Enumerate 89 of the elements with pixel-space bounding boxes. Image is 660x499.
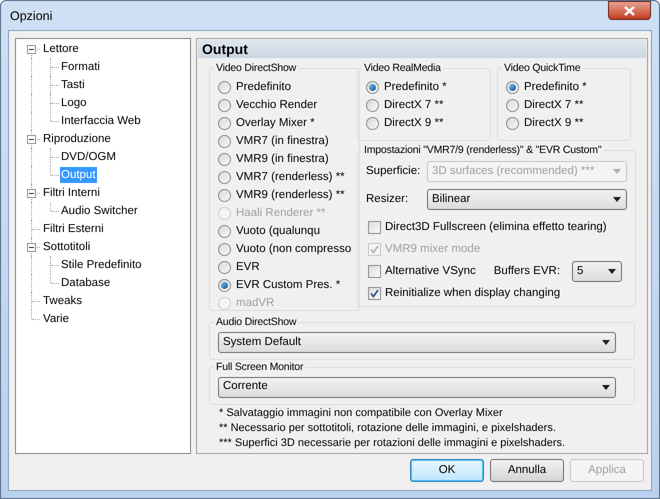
radio-label: DirectX 7 ** — [384, 98, 444, 114]
collapse-icon[interactable] — [27, 45, 36, 54]
radio-button[interactable] — [218, 99, 231, 112]
tree-item[interactable]: Riproduzione — [42, 131, 112, 147]
panel-title: Output — [198, 40, 646, 58]
tree-item[interactable]: Interfaccia Web — [60, 113, 142, 129]
close-icon — [624, 6, 635, 16]
radio-button[interactable] — [218, 153, 231, 166]
radio-button[interactable] — [366, 81, 379, 94]
dropdown[interactable]: Bilinear — [427, 189, 627, 210]
dialog-button[interactable]: OK — [410, 459, 484, 482]
radio-label: EVR — [236, 260, 260, 276]
group-title: Audio DirectShow — [215, 315, 298, 330]
radio-label: Haali Renderer ** — [236, 206, 326, 222]
window-title: Opzioni — [10, 8, 52, 25]
radio-button[interactable] — [218, 81, 231, 94]
footnote: * Salvataggio immagini non compatibile con Overlay Mixer — [219, 406, 504, 420]
dropdown[interactable]: System Default — [218, 332, 616, 353]
radio-button[interactable] — [218, 135, 231, 148]
radio-label: Vuoto (qualunqu — [236, 224, 320, 240]
checkbox-label: Reinitialize when display changing — [385, 286, 560, 302]
caret-icon — [608, 269, 616, 274]
radio-button[interactable] — [366, 117, 379, 130]
tree-item[interactable]: Database — [60, 275, 112, 291]
radio-label: VMR7 (in finestra) — [236, 134, 329, 150]
checkbox[interactable] — [368, 287, 381, 300]
group-title: Video DirectShow — [215, 62, 298, 76]
radio-label: VMR9 (in finestra) — [236, 152, 329, 168]
dropdown[interactable]: Corrente — [218, 376, 616, 398]
radio-label: Vecchio Render — [236, 98, 318, 114]
radio-button[interactable] — [506, 117, 519, 130]
tree-item[interactable]: Formati — [60, 59, 101, 75]
caret-icon — [602, 340, 610, 345]
checkbox-label: Alternative VSync — [385, 264, 476, 280]
radio-label: VMR9 (renderless) ** — [236, 188, 345, 204]
footnote: *** Superfici 3D necessarie per rotazioni delle immagini e pixelshaders. — [219, 436, 566, 450]
radio-label: EVR Custom Pres. * — [236, 278, 340, 294]
radio-button[interactable] — [218, 261, 231, 274]
field-label: Resizer: — [366, 192, 410, 208]
footnote: ** Necessario per sottotitoli, rotazione delle immagini, e pixelshaders. — [219, 420, 557, 436]
group-title: Video QuickTime — [503, 61, 582, 76]
radio-button[interactable] — [218, 243, 231, 256]
tree-item[interactable]: Lettore — [42, 41, 80, 57]
radio-label: VMR7 (renderless) ** — [236, 170, 345, 186]
radio-label: Overlay Mixer * — [236, 116, 315, 132]
tree-item[interactable]: Logo — [60, 95, 88, 111]
tree-item[interactable]: Tasti — [60, 77, 86, 93]
close-button[interactable] — [608, 1, 651, 20]
radio-label: Predefinito * — [384, 80, 447, 96]
checkbox-label: Direct3D Fullscreen (elimina effetto tearing) — [385, 220, 607, 236]
group-title: Video RealMedia — [363, 61, 442, 76]
dropdown[interactable]: 5 — [572, 261, 622, 282]
tree-item[interactable]: Audio Switcher — [60, 203, 139, 219]
radio-button[interactable] — [218, 189, 231, 202]
field-label: Buffers EVR: — [494, 264, 560, 280]
radio-button[interactable] — [218, 225, 231, 238]
dialog-button[interactable]: Annulla — [490, 459, 564, 482]
radio-button[interactable] — [506, 99, 519, 112]
radio-label: Predefinito * — [524, 80, 587, 96]
tree-item[interactable]: Sottotitoli — [42, 239, 92, 255]
radio-button[interactable] — [218, 171, 231, 184]
tree-item[interactable]: Filtri Interni — [42, 185, 101, 201]
group-title: Full Screen Monitor — [215, 360, 304, 375]
field-label: Superficie: — [366, 164, 422, 180]
tree-item[interactable]: Filtri Esterni — [42, 221, 105, 237]
tree-item[interactable]: DVD/OGM — [60, 149, 117, 165]
collapse-icon[interactable] — [27, 243, 36, 252]
radio-button[interactable] — [218, 279, 231, 292]
checkbox-label: VMR9 mixer mode — [385, 242, 480, 258]
radio-label: madVR — [236, 296, 274, 310]
radio-button[interactable] — [366, 99, 379, 112]
radio-label: Predefinito — [236, 80, 291, 96]
radio-label: DirectX 9 ** — [524, 116, 584, 132]
tree-item[interactable]: Varie — [42, 311, 70, 327]
tree-item[interactable]: Stile Predefinito — [60, 257, 143, 273]
radio-label: Vuoto (non compresso — [236, 242, 352, 258]
radio-button[interactable] — [218, 117, 231, 130]
caret-icon — [613, 169, 621, 174]
radio-label: DirectX 9 ** — [384, 116, 444, 132]
collapse-icon[interactable] — [27, 189, 36, 198]
group-title: Impostazioni "VMR7/9 (renderless)" & "EVR Custom" — [363, 143, 602, 158]
tree-item[interactable]: Tweaks — [42, 293, 83, 309]
checkbox[interactable] — [368, 221, 381, 234]
collapse-icon[interactable] — [27, 135, 36, 144]
radio-button[interactable] — [506, 81, 519, 94]
checkbox[interactable] — [368, 265, 381, 278]
caret-icon — [613, 197, 621, 202]
radio-label: DirectX 7 ** — [524, 98, 584, 114]
caret-icon — [602, 384, 610, 390]
